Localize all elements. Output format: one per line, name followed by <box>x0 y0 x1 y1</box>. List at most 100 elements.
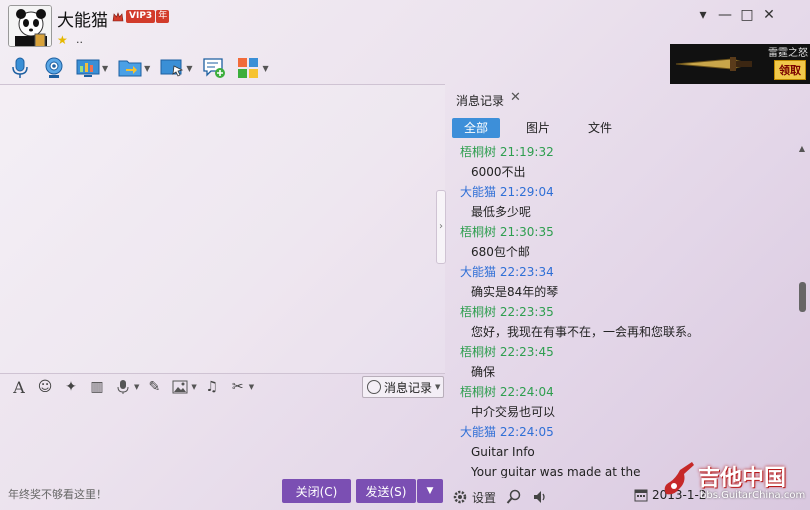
chevron-down-icon[interactable]: ▼ <box>134 383 139 391</box>
send-button[interactable]: 发送(S) <box>356 479 416 503</box>
message-list: 梧桐树 21:19:32 6000不出 大能猫 21:29:04 最低多少呢 梧… <box>446 142 796 478</box>
sender-name: 大能猫 <box>460 265 497 279</box>
message-time: 22:23:34 <box>499 265 554 279</box>
message-item: 大能猫 21:29:04 最低多少呢 <box>446 182 796 222</box>
chevron-down-icon[interactable]: ▼ <box>102 64 108 73</box>
chat-display-area[interactable] <box>0 84 445 374</box>
volume-button[interactable] <box>532 489 548 505</box>
message-header: 梧桐树 21:30:35 <box>446 222 796 242</box>
apps-button[interactable]: ▼ <box>236 56 269 80</box>
watermark-url: bbs.GuitarChina.com <box>700 490 806 501</box>
message-item: 梧桐树 22:24:04 中介交易也可以 <box>446 382 796 422</box>
chevron-down-icon[interactable]: ▼ <box>144 64 150 73</box>
speaker-icon <box>534 491 545 503</box>
panda-avatar-icon <box>9 6 51 46</box>
message-text: 680包个邮 <box>471 245 530 259</box>
sender-name: 大能猫 <box>460 425 497 439</box>
music-icon[interactable]: ♫ <box>201 376 223 398</box>
message-time: 21:30:35 <box>499 225 554 239</box>
chevron-down-icon[interactable]: ▼ <box>262 64 268 73</box>
chevron-down-icon[interactable]: ▼ <box>191 383 196 391</box>
close-icon[interactable]: ✕ <box>510 90 521 105</box>
message-time: 21:29:04 <box>499 185 554 199</box>
chevron-down-icon[interactable]: ▼ <box>249 383 254 391</box>
gear-icon <box>453 490 467 504</box>
signature-text[interactable]: .. <box>76 33 83 46</box>
message-text: 确保 <box>471 365 496 379</box>
crown-icon <box>112 11 124 21</box>
sender-name: 大能猫 <box>460 185 497 199</box>
message-header: 梧桐树 22:24:04 <box>446 382 796 402</box>
message-time: 22:24:04 <box>499 385 554 399</box>
message-text: 确实是84年的琴 <box>471 285 559 299</box>
message-time: 22:23:35 <box>499 305 554 319</box>
screen-share-button[interactable]: ▼ <box>76 56 108 80</box>
vip-badge-group[interactable]: VIP3 年 <box>112 10 170 23</box>
history-scrollbar[interactable]: ▲ <box>796 142 808 478</box>
video-clip-icon[interactable]: ▥ <box>86 376 108 398</box>
ad-banner[interactable]: 雷霆之怒 领取 <box>670 44 810 84</box>
subtab-images[interactable]: 图片 <box>514 118 562 138</box>
message-header: 大能猫 21:29:04 <box>446 182 796 202</box>
emoji-icon[interactable]: ☺ <box>34 376 56 398</box>
scroll-up-icon[interactable]: ▲ <box>796 144 808 153</box>
minimize-icon[interactable]: — <box>714 6 736 26</box>
message-item: 大能猫 22:23:34 确实是84年的琴 <box>446 262 796 302</box>
promo-tip-link[interactable]: 年终奖不够看这里！ <box>8 486 107 502</box>
voice-call-button[interactable] <box>8 56 32 80</box>
message-item: 梧桐树 22:23:45 确保 <box>446 342 796 382</box>
message-history-button[interactable]: 消息记录 ▼ <box>362 376 444 398</box>
dagger-icon <box>675 57 752 71</box>
nickname[interactable]: 大能猫 <box>57 6 108 31</box>
remote-assist-button[interactable]: ▼ <box>160 56 192 80</box>
chevron-down-icon[interactable]: ▼ <box>186 64 192 73</box>
file-transfer-button[interactable]: ▼ <box>118 56 150 80</box>
collapse-panel-handle[interactable]: › <box>436 190 446 264</box>
sender-name: 梧桐树 <box>460 225 497 239</box>
voice-message-icon[interactable] <box>112 376 134 398</box>
chevron-down-icon: ▼ <box>435 383 441 391</box>
add-chat-icon <box>202 56 226 80</box>
settings-label: 设置 <box>472 490 497 505</box>
message-item: 梧桐树 22:23:35 您好，我现在有事不在，一会再和您联系。 <box>446 302 796 342</box>
vip-year-badge: 年 <box>156 10 170 23</box>
settings-button[interactable]: 设置 <box>452 489 496 506</box>
skin-dropdown-icon[interactable]: ▾ <box>692 6 714 26</box>
video-call-button[interactable] <box>42 56 66 80</box>
watermark: 吉他中国 bbs.GuitarChina.com <box>660 456 810 510</box>
sender-name: 梧桐树 <box>460 305 497 319</box>
avatar[interactable] <box>8 5 52 47</box>
tab-message-history[interactable]: 消息记录 <box>456 92 504 109</box>
send-options-button[interactable]: ▼ <box>417 479 443 503</box>
subtab-all[interactable]: 全部 <box>452 118 501 138</box>
file-transfer-icon <box>118 56 142 80</box>
search-button[interactable] <box>506 489 522 505</box>
guitar-logo-icon <box>664 462 694 495</box>
microphone-icon <box>8 56 32 80</box>
sender-name: 梧桐树 <box>460 345 497 359</box>
remote-assist-icon <box>160 56 184 80</box>
watermark-title: 吉他中国 <box>698 466 787 491</box>
message-header: 大能猫 22:24:05 <box>446 422 796 442</box>
scroll-thumb[interactable] <box>799 282 806 312</box>
start-group-chat-button[interactable] <box>202 56 226 80</box>
message-item: 梧桐树 21:19:32 6000不出 <box>446 142 796 182</box>
font-icon[interactable]: A <box>8 376 30 398</box>
message-item: 梧桐树 21:30:35 680包个邮 <box>446 222 796 262</box>
maximize-icon[interactable]: □ <box>736 6 758 26</box>
magic-wand-icon[interactable]: ✦ <box>60 376 82 398</box>
star-icon[interactable]: ★ <box>57 33 68 47</box>
close-icon[interactable]: ✕ <box>758 6 780 26</box>
vip-level-badge: VIP3 <box>126 10 156 23</box>
message-history-label: 消息记录 <box>384 380 433 395</box>
edit-icon[interactable]: ✎ <box>143 376 165 398</box>
close-button[interactable]: 关闭(C) <box>282 479 351 503</box>
message-input[interactable] <box>0 400 445 478</box>
subtab-files[interactable]: 文件 <box>576 118 624 138</box>
window-controls: ▾ — □ ✕ <box>692 6 780 26</box>
message-time: 21:19:32 <box>499 145 554 159</box>
message-text: 您好，我现在有事不在，一会再和您联系。 <box>471 325 700 339</box>
image-icon[interactable] <box>169 376 191 398</box>
ad-claim-button[interactable]: 领取 <box>774 60 806 80</box>
scissors-icon[interactable]: ✂ <box>227 376 249 398</box>
